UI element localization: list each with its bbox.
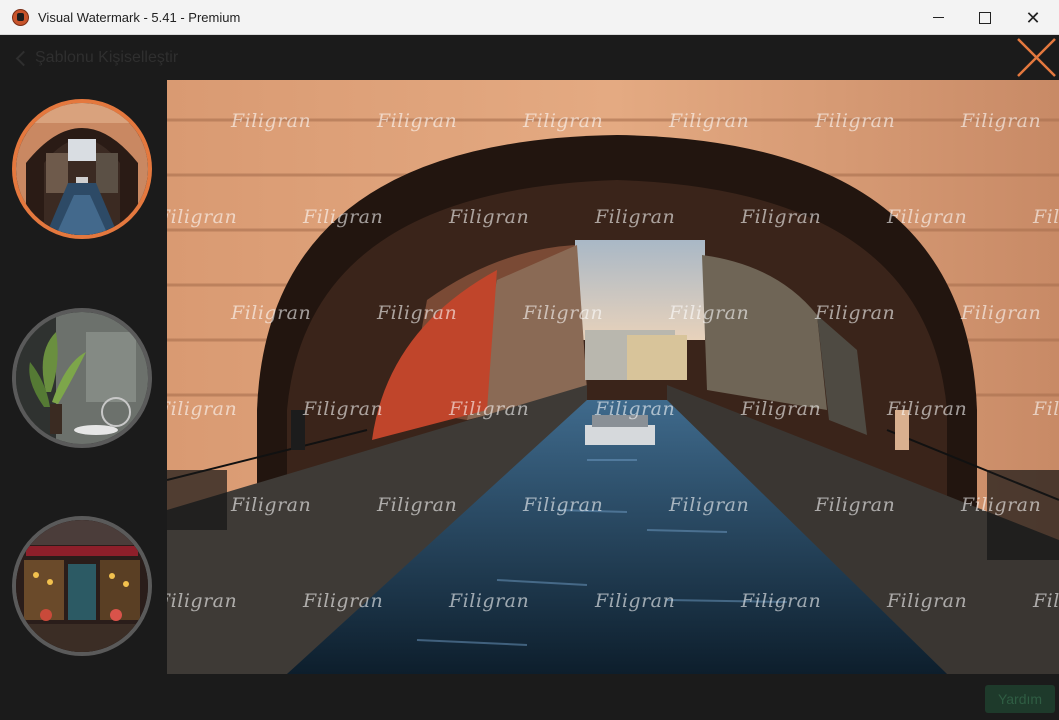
minimize-icon — [932, 17, 944, 18]
watermark-text: Filigran — [377, 110, 458, 132]
thumbnail-cafe-front[interactable] — [12, 516, 152, 656]
watermark-text: Filigran — [167, 590, 238, 612]
watermark-text: Filigran — [303, 206, 384, 228]
watermark-text: Filigran — [523, 110, 604, 132]
title-bar: Visual Watermark - 5.41 - Premium ✕ — [0, 0, 1059, 35]
watermark-text: Filigran — [449, 398, 530, 420]
help-button[interactable]: Yardım — [985, 685, 1055, 713]
watermark-text: Filigran — [303, 590, 384, 612]
window-close-button[interactable]: ✕ — [1010, 0, 1056, 35]
preview-image: Filigran Filigran Filigran Filigran Filigran… — [167, 80, 1059, 674]
watermark-text: Filigran — [523, 302, 604, 324]
back-label: Şablonu Kişiselleştir — [35, 49, 179, 66]
watermark-text: Filigran — [449, 206, 530, 228]
thumbnail-canal-arch[interactable] — [12, 99, 152, 239]
watermark-text: Filigran — [669, 494, 750, 516]
close-icon: ✕ — [1025, 7, 1041, 28]
watermark-text: Filigran — [961, 494, 1042, 516]
watermark-text: Filigran — [887, 590, 968, 612]
watermark-text: Filigran — [741, 398, 822, 420]
minimize-button[interactable] — [915, 0, 961, 35]
watermark-text: Filigran — [1033, 206, 1059, 228]
watermark-text: Filigran — [961, 110, 1042, 132]
watermark-text: Filigran — [167, 206, 238, 228]
app-logo-icon — [12, 9, 29, 26]
close-icon[interactable] — [1014, 35, 1059, 80]
watermark-text: Filigran — [377, 302, 458, 324]
watermark-text: Filigran — [669, 302, 750, 324]
watermark-text: Filigran — [741, 206, 822, 228]
watermark-text: Filigran — [523, 494, 604, 516]
watermark-text: Filigran — [231, 494, 312, 516]
app-body: Şablonu Kişiselleştir Filigran Filigran … — [4, 35, 1059, 720]
canal-photo — [167, 80, 1059, 674]
watermark-text: Filigran — [815, 494, 896, 516]
watermark-text: Filigran — [595, 206, 676, 228]
watermark-text: Filigran — [231, 302, 312, 324]
watermark-text: Filigran — [1033, 590, 1059, 612]
maximize-icon — [979, 11, 991, 24]
thumbnail-plant-interior[interactable] — [12, 308, 152, 448]
watermark-text: Filigran — [167, 398, 238, 420]
watermark-text: Filigran — [595, 590, 676, 612]
watermark-text: Filigran — [595, 398, 676, 420]
watermark-text: Filigran — [887, 398, 968, 420]
help-label: Yardım — [997, 691, 1043, 707]
window-title: Visual Watermark - 5.41 - Premium — [38, 10, 241, 25]
watermark-text: Filigran — [231, 110, 312, 132]
watermark-text: Filigran — [741, 590, 822, 612]
chevron-left-icon — [15, 50, 32, 66]
maximize-button[interactable] — [962, 0, 1008, 35]
watermark-text: Filigran — [303, 398, 384, 420]
back-button[interactable]: Şablonu Kişiselleştir — [15, 49, 179, 67]
watermark-text: Filigran — [1033, 398, 1059, 420]
watermark-text: Filigran — [887, 206, 968, 228]
watermark-text: Filigran — [449, 590, 530, 612]
watermark-text: Filigran — [815, 110, 896, 132]
watermark-text: Filigran — [377, 494, 458, 516]
watermark-text: Filigran — [669, 110, 750, 132]
watermark-text: Filigran — [961, 302, 1042, 324]
watermark-text: Filigran — [815, 302, 896, 324]
